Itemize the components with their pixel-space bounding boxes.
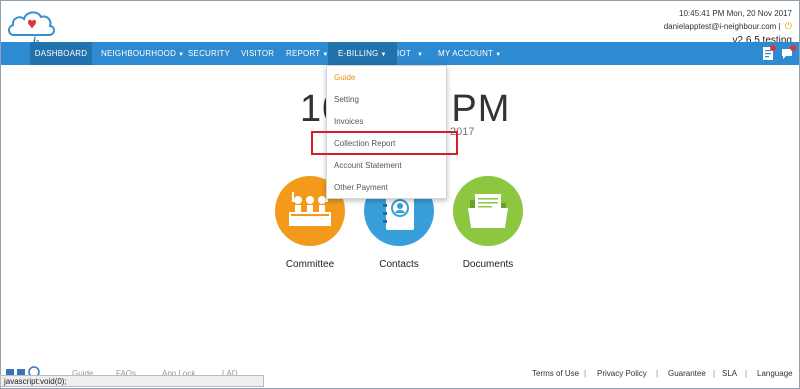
footer-separator: | — [656, 369, 659, 378]
browser-status-bar: javascript:void(0); — [0, 375, 264, 387]
dropdown-item-invoices[interactable]: Invoices — [334, 117, 363, 126]
nav-my-account[interactable]: MY ACCOUNT ▼ — [438, 42, 501, 65]
nav-visitor-label: VISITOR — [241, 49, 275, 58]
documents-tile[interactable] — [453, 176, 523, 246]
footer-link-privacy[interactable]: Privacy Policy — [597, 369, 647, 378]
chevron-down-icon: ▼ — [495, 52, 502, 58]
brand-logo[interactable]: i-Neighbour — [6, 5, 81, 55]
footer-separator: | — [713, 369, 716, 378]
nav-iot-label: IOT — [397, 49, 411, 58]
notes-icon[interactable] — [760, 45, 776, 62]
documents-label: Documents — [462, 259, 514, 270]
nav-visitor[interactable]: VISITOR — [241, 42, 274, 65]
chevron-down-icon: ▼ — [416, 52, 424, 58]
nav-my-account-label: MY ACCOUNT — [438, 49, 494, 58]
dropdown-item-setting[interactable]: Setting — [334, 95, 359, 104]
nav-dashboard[interactable]: DASHBOARD — [30, 42, 92, 65]
nav-dashboard-label: DASHBOARD — [34, 49, 88, 58]
chat-icon[interactable] — [780, 45, 796, 62]
dropdown-item-guide[interactable]: Guide — [334, 73, 355, 82]
footer-link-sla[interactable]: SLA — [722, 369, 737, 378]
header-separator: | — [778, 22, 781, 31]
header-email[interactable]: danielapptest@i-neighbour.com — [664, 22, 777, 31]
clock-meridiem: PM — [451, 88, 511, 130]
header-date: Mon, 20 Nov 2017 — [726, 9, 792, 18]
chevron-down-icon: ▼ — [380, 52, 387, 58]
footer-link-terms[interactable]: Terms of Use — [532, 369, 579, 378]
main-navbar: DASHBOARD NEIGHBOURHOOD ▼ SECURITY VISITO… — [1, 42, 799, 65]
logout-power-icon[interactable]: ⏻ — [785, 20, 792, 32]
dropdown-item-account-statement[interactable]: Account Statement — [334, 161, 402, 170]
header-account: danielapptest@i-neighbour.com | ⏻ — [664, 20, 792, 33]
contacts-label: Contacts — [379, 259, 419, 270]
nav-report-label: REPORT — [286, 49, 321, 58]
nav-e-billing[interactable]: E-BILLING ▼ — [328, 42, 397, 65]
dropdown-item-other-payment[interactable]: Other Payment — [334, 183, 388, 192]
committee-label: Committee — [285, 259, 335, 270]
nav-security-label: SECURITY — [188, 49, 231, 58]
header-time: 10:45:41 PM — [679, 9, 725, 18]
nav-neighbourhood[interactable]: NEIGHBOURHOOD ▼ — [101, 42, 184, 65]
highlight-box — [311, 131, 458, 155]
nav-e-billing-label: E-BILLING — [338, 49, 379, 58]
footer-link-language[interactable]: Language — [757, 369, 793, 378]
header-datetime: 10:45:41 PM Mon, 20 Nov 2017 — [664, 8, 792, 20]
nav-security[interactable]: SECURITY — [188, 42, 230, 65]
nav-iot[interactable]: IOT ▼ — [397, 42, 423, 65]
footer-separator: | — [745, 369, 748, 378]
nav-report[interactable]: REPORT ▼ — [286, 42, 329, 65]
footer-link-guarantee[interactable]: Guarantee — [668, 369, 706, 378]
footer-separator: | — [584, 369, 587, 378]
documents-icon — [468, 194, 508, 228]
chevron-down-icon: ▼ — [178, 52, 185, 58]
nav-neighbourhood-label: NEIGHBOURHOOD — [101, 49, 177, 58]
